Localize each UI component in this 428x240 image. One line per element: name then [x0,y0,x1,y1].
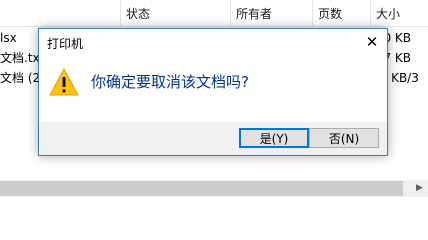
column-pages[interactable]: 页数 [312,0,370,26]
scrollbar-thumb[interactable] [0,181,403,196]
list-header: 状态 所有者 页数 大小 [0,0,428,27]
yes-button[interactable]: 是(Y) [239,128,309,148]
document-name: lsx [0,31,17,45]
dialog-footer: 是(Y) 否(N) [39,122,387,155]
column-size[interactable]: 大小 [370,0,428,26]
chevron-right-icon[interactable]: ▶ [411,181,428,196]
dialog-title: 打印机 [47,37,84,51]
confirm-dialog: 打印机 ✕ 你确定要取消该文档吗? 是(Y) 否(N) [38,28,388,156]
column-owner[interactable]: 所有者 [230,0,312,26]
column-status[interactable]: 状态 [120,0,230,26]
no-button[interactable]: 否(N) [309,128,379,148]
warning-icon [49,67,79,96]
close-icon[interactable]: ✕ [359,30,385,54]
dialog-message: 你确定要取消该文档吗? [91,73,249,91]
